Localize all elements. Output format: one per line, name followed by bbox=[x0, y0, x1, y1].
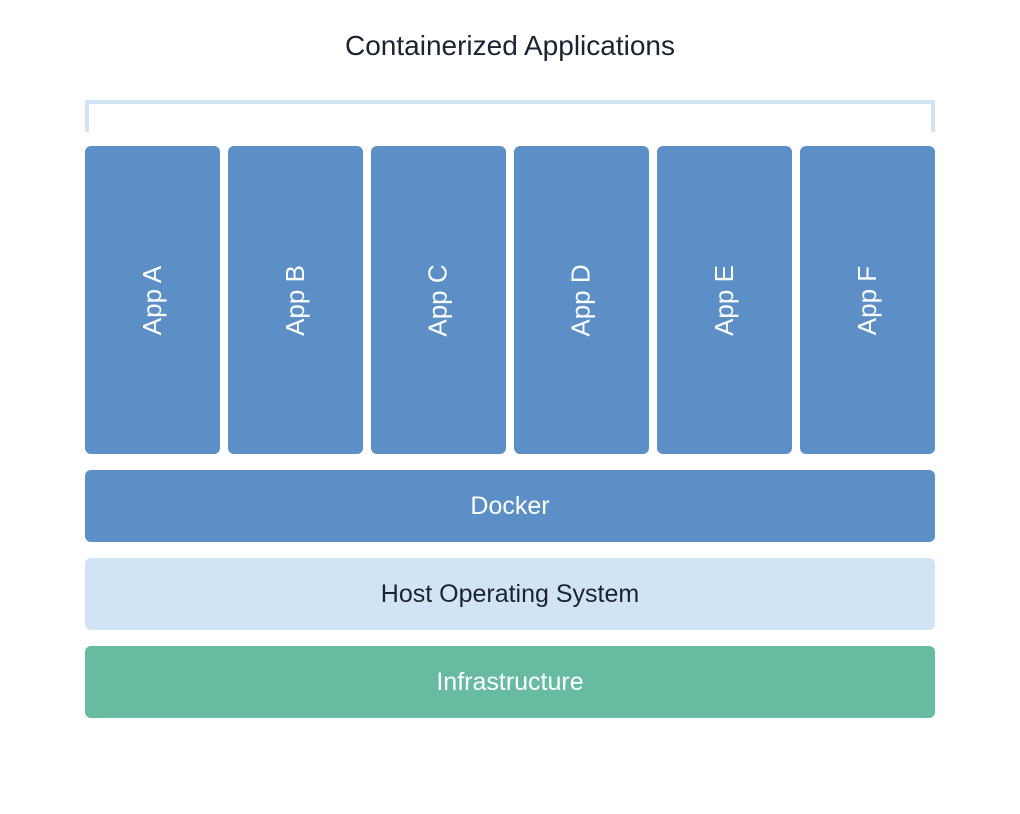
host-os-layer: Host Operating System bbox=[85, 558, 935, 630]
app-box-f: App F bbox=[800, 146, 935, 454]
app-box-e: App E bbox=[657, 146, 792, 454]
diagram-title: Containerized Applications bbox=[85, 30, 935, 62]
app-label: App E bbox=[709, 265, 740, 336]
app-box-d: App D bbox=[514, 146, 649, 454]
apps-row: App A App B App C App D App E App F bbox=[85, 146, 935, 454]
app-label: App B bbox=[280, 265, 311, 336]
app-box-a: App A bbox=[85, 146, 220, 454]
app-label: App F bbox=[852, 265, 883, 334]
apps-bracket bbox=[85, 100, 935, 132]
app-label: App D bbox=[566, 264, 597, 336]
app-label: App C bbox=[423, 264, 454, 336]
infrastructure-layer: Infrastructure bbox=[85, 646, 935, 718]
app-label: App A bbox=[137, 265, 168, 334]
app-box-b: App B bbox=[228, 146, 363, 454]
docker-layer: Docker bbox=[85, 470, 935, 542]
app-box-c: App C bbox=[371, 146, 506, 454]
